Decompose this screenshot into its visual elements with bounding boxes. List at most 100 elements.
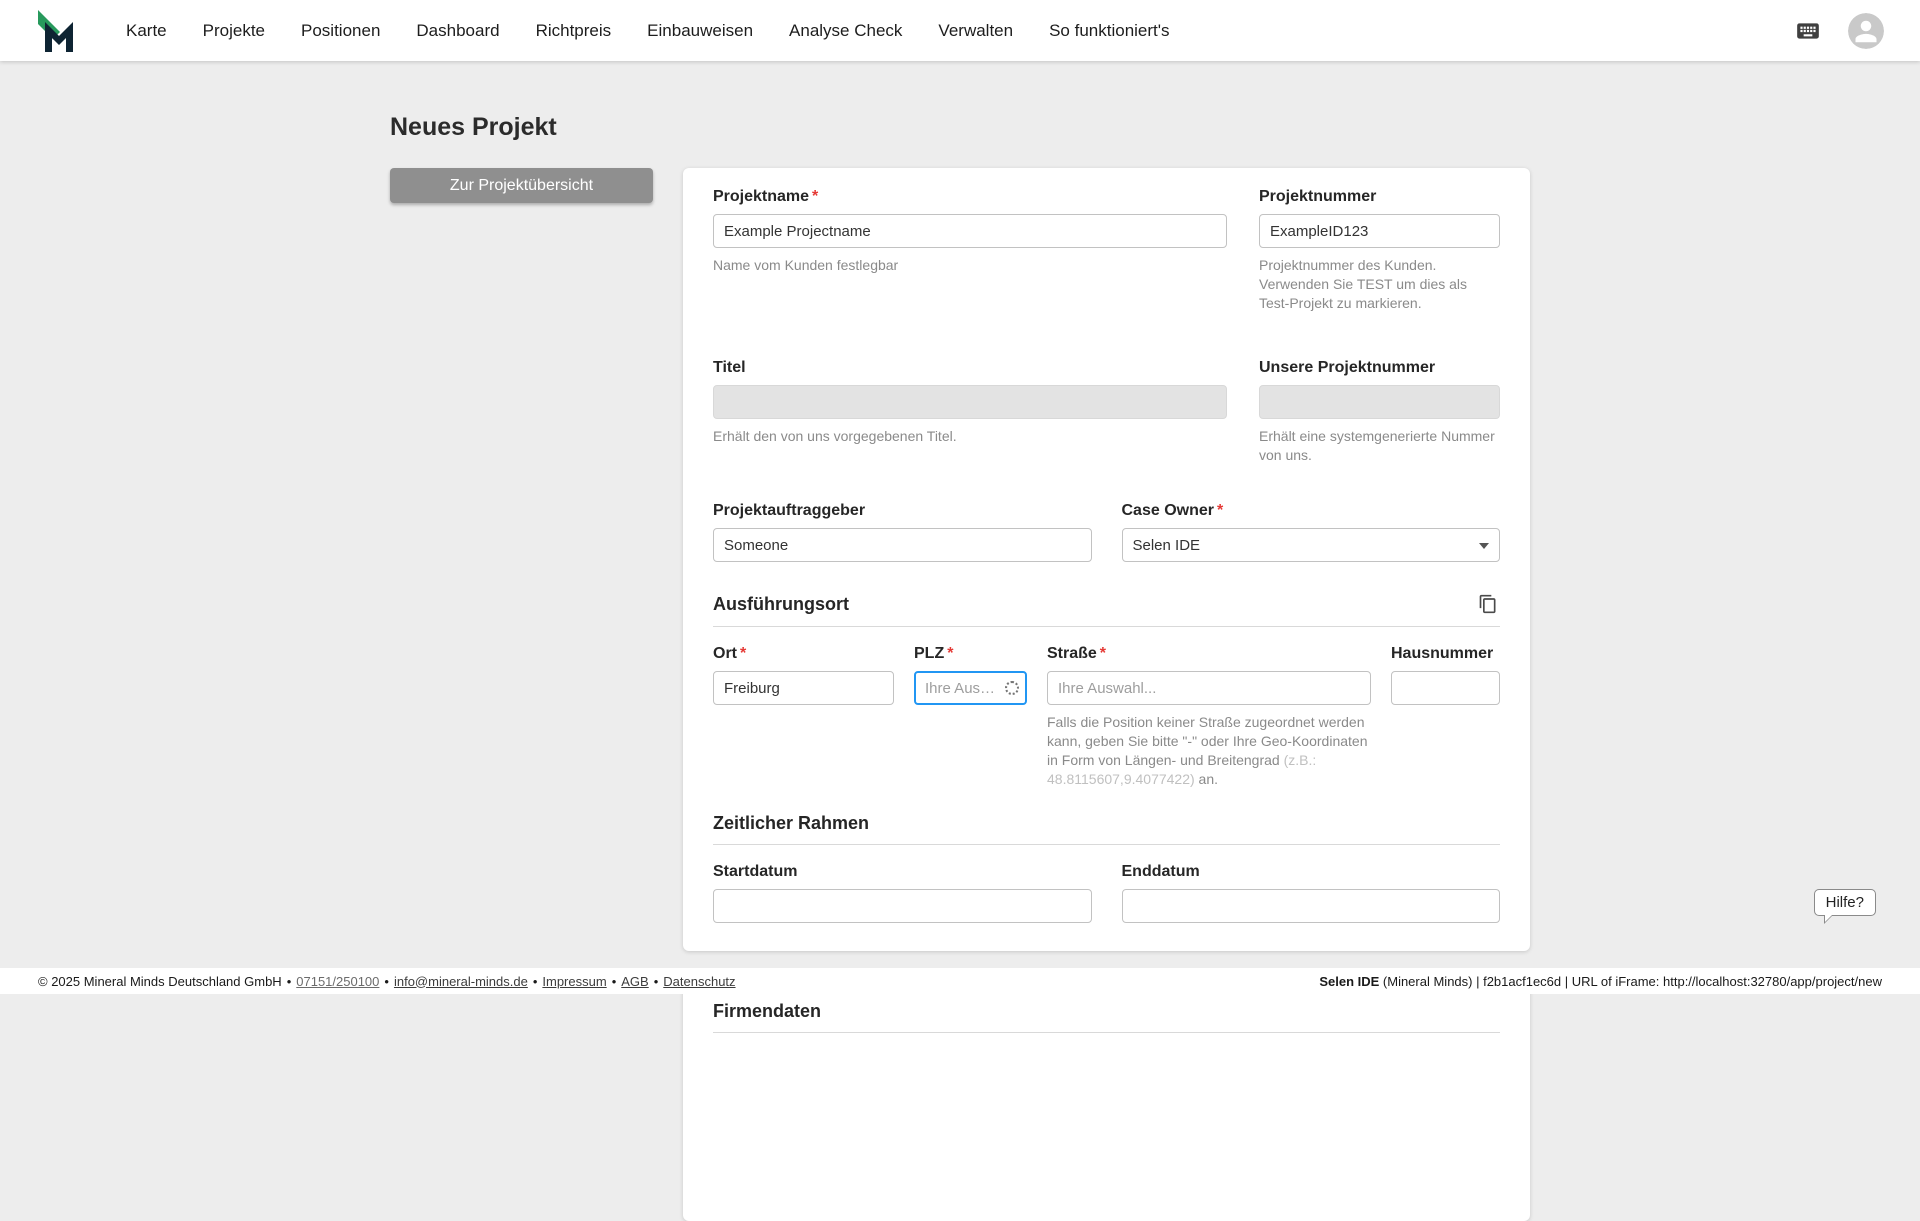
navbar-right	[1790, 12, 1884, 49]
ausfuehrungsort-section-title: Ausführungsort	[713, 593, 849, 614]
nav-item-karte[interactable]: Karte	[126, 21, 167, 41]
required-marker: *	[1216, 502, 1224, 520]
projektnummer-helper: Projektnummer des Kunden. Verwenden Sie …	[1259, 257, 1468, 311]
hausnummer-field: Hausnummer	[1391, 645, 1500, 789]
projektauftraggeber-field: Projektauftraggeber	[713, 502, 1092, 563]
projektauftraggeber-label: Projektauftraggeber	[713, 502, 866, 520]
required-marker: *	[740, 645, 747, 663]
page-title: Neues Projekt	[390, 113, 557, 141]
projektname-helper: Name vom Kunden festlegbar	[713, 257, 899, 273]
separator: •	[653, 973, 659, 989]
enddatum-input[interactable]	[1121, 889, 1500, 924]
strasse-label-text: Straße	[1047, 645, 1097, 663]
case-owner-select[interactable]: Selen IDE	[1121, 528, 1500, 563]
chevron-down-icon	[1479, 543, 1489, 550]
plz-label: PLZ *	[914, 645, 1027, 663]
main-content: Neues Projekt Zur Projektübersicht Proje…	[390, 61, 1530, 1221]
user-avatar[interactable]	[1848, 12, 1884, 49]
nav-item-verwalten[interactable]: Verwalten	[938, 21, 1013, 41]
required-marker: *	[812, 188, 819, 205]
zeitlicher-rahmen-section-title: Zeitlicher Rahmen	[713, 813, 870, 834]
nav-item-richtpreis[interactable]: Richtpreis	[536, 21, 612, 41]
footer: © 2025 Mineral Minds Deutschland GmbH • …	[0, 968, 1920, 994]
footer-impressum-link[interactable]: Impressum	[542, 974, 606, 989]
case-owner-label-text: Case Owner	[1121, 502, 1214, 520]
case-owner-label: Case Owner *	[1122, 502, 1501, 520]
titel-label: Titel	[713, 358, 746, 376]
top-navbar: Karte Projekte Positionen Dashboard Rich…	[0, 0, 1920, 61]
titel-helper: Erhält den von uns vorgegebenen Titel.	[713, 427, 957, 444]
required-marker: *	[947, 645, 954, 663]
ort-field: Ort *	[713, 645, 894, 789]
strasse-input[interactable]	[1047, 671, 1371, 706]
section-divider	[713, 626, 1500, 628]
enddatum-field: Enddatum	[1121, 863, 1500, 924]
hausnummer-label: Hausnummer	[1391, 645, 1494, 663]
footer-session-details: (Mineral Minds) | f2b1acf1ec6d | URL of …	[1379, 973, 1882, 989]
firmendaten-section-title: Firmendaten	[713, 1001, 822, 1022]
hausnummer-input[interactable]	[1391, 671, 1500, 706]
footer-agb-link[interactable]: AGB	[621, 974, 648, 989]
left-column: Zur Projektübersicht	[390, 168, 653, 203]
projektnummer-input[interactable]	[1259, 214, 1500, 248]
section-divider	[713, 1032, 1500, 1034]
logo-icon	[38, 9, 73, 52]
strasse-helper-end: an.	[1194, 771, 1219, 788]
nav-item-dashboard[interactable]: Dashboard	[416, 21, 499, 41]
mineral-minds-logo[interactable]	[36, 9, 82, 53]
nav-links: Karte Projekte Positionen Dashboard Rich…	[126, 21, 1790, 41]
footer-datenschutz-link[interactable]: Datenschutz	[663, 974, 735, 989]
titel-input	[713, 384, 1227, 419]
project-form-card: Projektname* Name vom Kunden festlegbar …	[683, 168, 1530, 952]
firmendaten-card: Firmendaten	[683, 981, 1530, 1221]
nav-item-einbauweisen[interactable]: Einbauweisen	[647, 21, 753, 41]
titel-field: Titel Erhält den von uns vorgegebenen Ti…	[713, 359, 1227, 465]
required-marker: *	[1099, 645, 1107, 663]
unsere-projektnummer-label: Unsere Projektnummer	[1259, 358, 1436, 376]
projektname-label: Projektname *	[713, 188, 1227, 206]
footer-email-link[interactable]: info@mineral-minds.de	[394, 974, 528, 989]
footer-copyright: © 2025 Mineral Minds Deutschland GmbH	[38, 973, 282, 989]
help-button[interactable]: Hilfe?	[1813, 889, 1876, 924]
projektauftraggeber-input[interactable]	[713, 528, 1092, 563]
separator: •	[611, 973, 617, 989]
footer-session-info: Selen IDE (Mineral Minds) | f2b1acf1ec6d…	[1319, 974, 1882, 989]
footer-phone-link[interactable]: 07151/250100	[296, 974, 379, 989]
ort-label: Ort *	[713, 645, 894, 663]
nav-item-positionen[interactable]: Positionen	[301, 21, 380, 41]
plz-label-text: PLZ	[914, 645, 945, 663]
projektname-input[interactable]	[713, 214, 1227, 248]
unsere-projektnummer-field: Unsere Projektnummer Erhält eine systemg…	[1259, 359, 1500, 465]
projektname-field: Projektname* Name vom Kunden festlegbar	[713, 188, 1227, 313]
separator: •	[286, 973, 292, 989]
account-icon	[1848, 12, 1884, 49]
case-owner-selected-value: Selen IDE	[1132, 536, 1201, 554]
enddatum-label: Enddatum	[1121, 863, 1200, 881]
strasse-field: Straße* Falls die Position keiner Straße…	[1047, 645, 1371, 789]
ort-input[interactable]	[713, 671, 894, 706]
nav-item-so-funktionierts[interactable]: So funktioniert's	[1049, 21, 1169, 41]
projektnummer-label: Projektnummer	[1259, 188, 1377, 205]
projektname-label-text: Projektname	[713, 188, 810, 205]
startdatum-input[interactable]	[713, 889, 1092, 924]
nav-item-projekte[interactable]: Projekte	[203, 21, 265, 41]
ort-label-text: Ort	[713, 645, 737, 663]
separator: •	[532, 973, 538, 989]
keyboard-icon[interactable]	[1790, 18, 1826, 44]
footer-user-name: Selen IDE	[1319, 973, 1380, 989]
nav-item-analyse-check[interactable]: Analyse Check	[789, 21, 902, 41]
startdatum-label: Startdatum	[713, 863, 798, 881]
copy-icon[interactable]	[1476, 592, 1500, 616]
strasse-helper: Falls die Position keiner Straße zugeord…	[1047, 713, 1371, 789]
unsere-projektnummer-helper: Erhält eine systemgenerierte Nummer von …	[1259, 427, 1495, 463]
startdatum-field: Startdatum	[713, 863, 1092, 924]
projektnummer-field: Projektnummer Projektnummer des Kunden. …	[1259, 188, 1500, 313]
section-divider	[713, 844, 1500, 846]
footer-left: © 2025 Mineral Minds Deutschland GmbH • …	[38, 974, 736, 989]
strasse-label: Straße *	[1047, 645, 1371, 663]
strasse-helper-text: Falls die Position keiner Straße zugeord…	[1047, 714, 1368, 769]
case-owner-field: Case Owner * Selen IDE	[1121, 502, 1501, 563]
back-to-project-overview-button[interactable]: Zur Projektübersicht	[390, 168, 653, 203]
separator: •	[384, 973, 389, 989]
unsere-projektnummer-input	[1259, 384, 1500, 419]
